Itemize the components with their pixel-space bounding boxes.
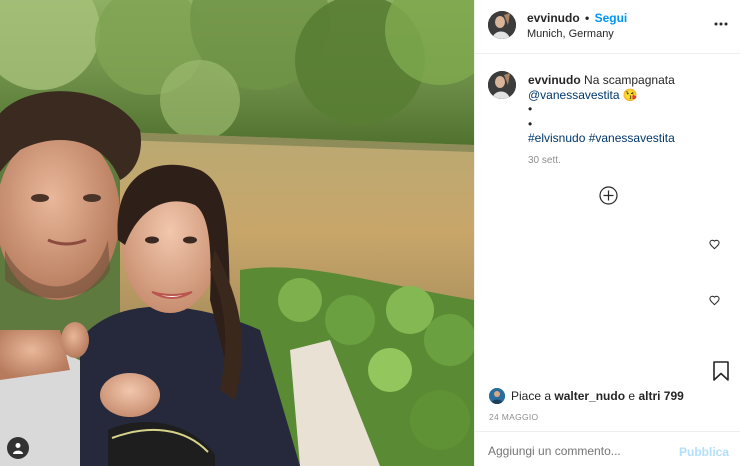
liker-username[interactable]: walter_nudo bbox=[554, 389, 625, 403]
photo-illustration bbox=[0, 0, 474, 466]
caption-username[interactable]: evvinudo bbox=[528, 73, 581, 87]
post-location[interactable]: Munich, Germany bbox=[527, 28, 614, 40]
post-photo[interactable] bbox=[0, 0, 474, 466]
tagged-users-icon[interactable] bbox=[7, 437, 29, 459]
scroll-fade bbox=[475, 352, 740, 382]
post-caption: evvinudo Na scampagnata @vanessavestita … bbox=[528, 73, 728, 146]
caption-hashtags[interactable]: #elvisnudo #vanessavestita bbox=[528, 131, 675, 145]
likes-prefix: Piace a bbox=[511, 389, 552, 403]
likes-summary[interactable]: Piace a walter_nudo e altri 799 bbox=[489, 387, 684, 405]
post-header: evvinudo • Segui Munich, Germany bbox=[475, 0, 740, 54]
caption-mention[interactable]: @vanessavestita bbox=[528, 88, 620, 102]
follow-button[interactable]: Segui bbox=[595, 11, 628, 25]
comment-like-heart-icon[interactable] bbox=[709, 293, 720, 306]
comment-input[interactable] bbox=[488, 444, 668, 458]
comment-like-heart-icon[interactable] bbox=[709, 237, 720, 250]
caption-time: 30 sett. bbox=[528, 155, 561, 166]
post-sidebar: evvinudo • Segui Munich, Germany evvinud… bbox=[474, 0, 740, 466]
caption-text: Na scampagnata bbox=[584, 73, 675, 87]
liker-avatar[interactable] bbox=[489, 388, 505, 404]
avatar[interactable] bbox=[488, 11, 516, 39]
post-username[interactable]: evvinudo bbox=[527, 11, 580, 25]
post-author-line: evvinudo • Segui bbox=[527, 11, 627, 25]
likes-others-link[interactable]: altri 799 bbox=[638, 389, 683, 403]
post-date: 24 MAGGIO bbox=[489, 412, 539, 422]
more-horizontal-icon[interactable] bbox=[713, 16, 729, 32]
caption-bullet: • bbox=[528, 102, 533, 116]
load-more-comments-icon[interactable] bbox=[599, 186, 618, 205]
separator-dot: • bbox=[585, 11, 590, 25]
caption-bullet: • bbox=[528, 116, 533, 131]
bookmark-icon[interactable] bbox=[712, 361, 730, 381]
kiss-emoji: 😘 bbox=[622, 87, 638, 102]
likes-connector: e bbox=[628, 389, 636, 403]
caption-avatar[interactable] bbox=[488, 71, 516, 99]
comment-bar: Pubblica bbox=[475, 431, 740, 466]
publish-button[interactable]: Pubblica bbox=[679, 445, 729, 459]
